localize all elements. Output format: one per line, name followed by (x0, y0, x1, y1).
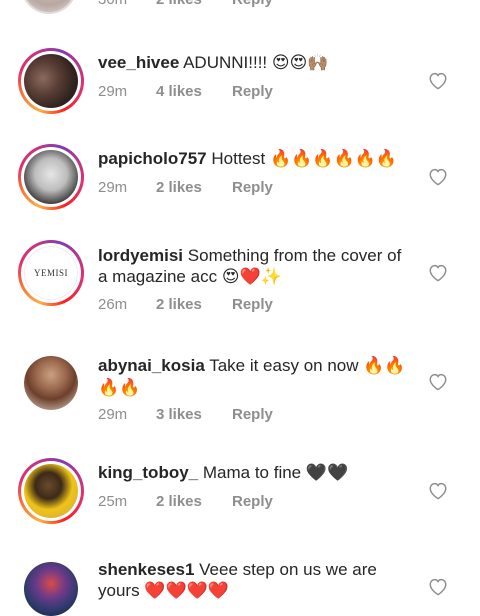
reply-button[interactable]: Reply (232, 296, 273, 313)
comment-text: shenkeses1 Veee step on us we are yours … (98, 559, 408, 602)
avatar[interactable] (24, 54, 78, 108)
comment-likes[interactable]: 2 likes (156, 493, 202, 510)
comment-time: 29m (98, 406, 128, 423)
comment-partial-top: 30m 2 likes Reply (0, 0, 480, 20)
heart-outline-icon[interactable] (427, 371, 449, 391)
comment-body: ADUNNI!!!! (183, 53, 268, 72)
reply-button[interactable]: Reply (232, 406, 273, 423)
avatar[interactable] (24, 464, 78, 518)
comment-time: 30m (98, 0, 127, 8)
avatar-story-ring[interactable] (18, 458, 84, 524)
comment-emoji: 😍❤️✨ (221, 267, 282, 287)
heart-outline-icon[interactable] (427, 262, 449, 282)
heart-outline-icon[interactable] (427, 576, 449, 596)
comment-text: abynai_kosia Take it easy on now 🔥🔥🔥🔥 (98, 355, 408, 399)
comment-time: 29m (98, 83, 128, 100)
comment-emoji: 🔥🔥🔥🔥🔥🔥 (269, 149, 397, 169)
avatar-story-ring[interactable] (18, 144, 84, 210)
avatar-story-ring[interactable] (18, 48, 84, 114)
reply-button[interactable]: Reply (232, 179, 273, 196)
comment-text: lordyemisi Something from the cover of a… (98, 245, 408, 288)
comment-username[interactable]: shenkeses1 (98, 560, 194, 579)
comment-text: vee_hivee ADUNNI!!!! 😍😍🙌🏽 (98, 52, 408, 74)
avatar-story-ring[interactable]: YEMISI (18, 240, 84, 306)
comment-username[interactable]: abynai_kosia (98, 356, 205, 375)
comment-likes[interactable]: 3 likes (156, 406, 202, 423)
comment-text: papicholo757 Hottest 🔥🔥🔥🔥🔥🔥 (98, 148, 408, 170)
comment-likes[interactable]: 2 likes (156, 296, 202, 313)
comment-emoji: 🖤🖤 (305, 463, 349, 483)
comment-body: Take it easy on now (209, 356, 359, 375)
comment-body: Hottest (211, 149, 266, 168)
reply-button[interactable]: Reply (232, 493, 273, 510)
comment-text: king_toboy_ Mama to fine 🖤🖤 (98, 462, 408, 484)
comment-likes[interactable]: 2 likes (156, 0, 202, 8)
comment-body: Mama to fine (202, 463, 302, 482)
comment-time: 29m (98, 179, 128, 196)
comment-likes[interactable]: 2 likes (156, 179, 202, 196)
avatar[interactable] (21, 0, 77, 14)
comment-username[interactable]: king_toboy_ (98, 463, 198, 482)
comment-username[interactable]: vee_hivee (98, 53, 179, 72)
heart-outline-icon[interactable] (427, 70, 449, 90)
heart-outline-icon[interactable] (427, 166, 449, 186)
avatar-logo[interactable]: YEMISI (24, 246, 78, 300)
comment-username[interactable]: lordyemisi (98, 246, 183, 265)
reply-button[interactable]: Reply (232, 0, 273, 8)
comment-emoji: 😍😍🙌🏽 (271, 53, 329, 73)
avatar[interactable] (24, 150, 78, 204)
avatar[interactable] (24, 356, 78, 410)
comment-username[interactable]: papicholo757 (98, 149, 207, 168)
comment-time: 25m (98, 493, 128, 510)
heart-outline-icon[interactable] (427, 480, 449, 500)
comment-emoji: ❤️❤️❤️❤️ (144, 581, 229, 601)
comment-time: 26m (98, 296, 128, 313)
reply-button[interactable]: Reply (232, 83, 273, 100)
comment-likes[interactable]: 4 likes (156, 83, 202, 100)
